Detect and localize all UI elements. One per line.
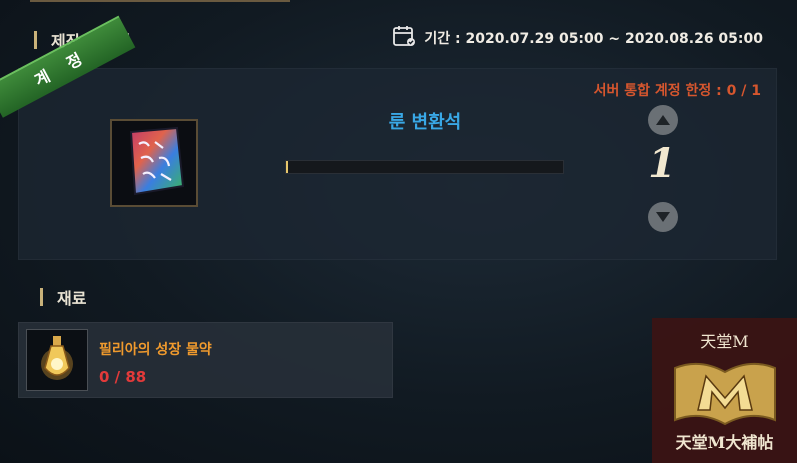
book-logo-icon: [674, 362, 776, 426]
materials-accent-bar: [40, 288, 43, 306]
triangle-up-icon: [656, 115, 670, 125]
header-accent-bar: [34, 31, 37, 49]
watermark-top-text: 天堂M: [700, 332, 749, 351]
triangle-down-icon: [656, 212, 670, 222]
materials-title: 재료: [57, 289, 87, 308]
material-slot[interactable]: [26, 329, 88, 391]
quantity-value: 1: [648, 140, 676, 187]
material-name: 필리아의 성장 물약: [99, 342, 212, 358]
craft-progress-fill: [286, 161, 288, 173]
potion-bottle-icon: [37, 332, 77, 388]
account-limit-text: 서버 통합 계정 한정 : 0 / 1: [593, 83, 761, 99]
period-text: 기간 : 2020.07.29 05:00 ~ 2020.08.26 05:00: [424, 31, 763, 47]
craft-item-slot[interactable]: [110, 119, 198, 207]
craft-progress-bar: [285, 160, 564, 174]
watermark-logo: 天堂M 天堂M大補帖: [652, 318, 797, 463]
top-divider: [30, 0, 290, 2]
event-period: 기간 : 2020.07.29 05:00 ~ 2020.08.26 05:00: [392, 24, 763, 52]
material-count: 0 / 88: [99, 368, 147, 386]
material-item[interactable]: 필리아의 성장 물약 0 / 88: [18, 322, 393, 398]
rune-stone-icon: [119, 124, 189, 202]
quantity-increase-button[interactable]: [648, 105, 678, 135]
craft-item-name: 룬 변환석: [388, 112, 462, 133]
materials-section-header: 재료: [40, 285, 86, 309]
quantity-decrease-button[interactable]: [648, 202, 678, 232]
watermark-bottom-text: 天堂M大補帖: [675, 433, 774, 452]
calendar-icon: [392, 24, 416, 52]
